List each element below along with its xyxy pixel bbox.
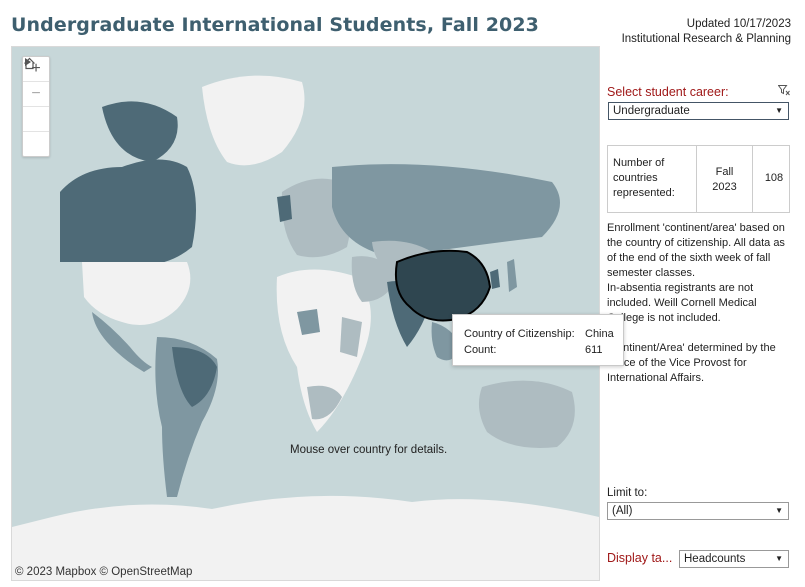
chevron-down-icon: ▼ bbox=[775, 554, 783, 563]
note-exclusions: In-absentia registrants are not included… bbox=[607, 281, 795, 326]
australia bbox=[479, 381, 575, 448]
uk bbox=[277, 195, 292, 222]
office-name: Institutional Research & Planning bbox=[622, 32, 791, 47]
limit-select[interactable]: (All) ▼ bbox=[607, 502, 789, 520]
russia bbox=[332, 164, 560, 257]
update-info: Updated 10/17/2023 Institutional Researc… bbox=[622, 17, 791, 47]
zoom-out-button[interactable]: − bbox=[23, 82, 49, 107]
stat-term: Fall 2023 bbox=[702, 165, 747, 195]
canada bbox=[60, 160, 196, 265]
canada-islands bbox=[102, 101, 178, 162]
page-title: Undergraduate International Students, Fa… bbox=[11, 14, 539, 36]
chevron-down-icon: ▼ bbox=[775, 106, 783, 115]
display-select[interactable]: Headcounts ▼ bbox=[679, 550, 789, 568]
home-button[interactable] bbox=[23, 107, 49, 132]
career-select-value: Undergraduate bbox=[613, 105, 690, 117]
chevron-down-icon: ▼ bbox=[775, 506, 783, 515]
limit-select-value: (All) bbox=[612, 505, 632, 517]
tooltip-country-value: China bbox=[585, 326, 614, 342]
career-label: Select student career: bbox=[607, 85, 729, 99]
tooltip-count-label: Count: bbox=[464, 344, 496, 356]
japan bbox=[507, 259, 517, 292]
country-tooltip: Country of Citizenship: China Count: 611 bbox=[452, 314, 624, 366]
display-label: Display ta... bbox=[607, 551, 672, 565]
stat-count: 108 bbox=[760, 172, 788, 184]
pan-toggle-button[interactable] bbox=[23, 132, 49, 156]
funnel-icon bbox=[778, 85, 790, 96]
limit-label: Limit to: bbox=[607, 487, 647, 499]
usa bbox=[82, 262, 190, 325]
stat-label: Number of countries represented: bbox=[613, 156, 688, 201]
map-hint: Mouse over country for details. bbox=[290, 444, 447, 456]
updated-date: Updated 10/17/2023 bbox=[622, 17, 791, 32]
korea bbox=[490, 269, 500, 289]
tooltip-country-row: Country of Citizenship: China bbox=[464, 326, 623, 342]
tooltip-count-row: Count: 611 bbox=[464, 342, 623, 358]
play-icon bbox=[23, 57, 33, 67]
display-select-value: Headcounts bbox=[684, 553, 745, 565]
greenland bbox=[202, 76, 305, 166]
tooltip-country-label: Country of Citizenship: bbox=[464, 328, 575, 340]
note-enrollment: Enrollment 'continent/area' based on the… bbox=[607, 221, 795, 281]
map-credit[interactable]: © 2023 Mapbox © OpenStreetMap bbox=[15, 566, 192, 578]
tooltip-count-value: 611 bbox=[585, 342, 603, 358]
career-select[interactable]: Undergraduate ▼ bbox=[608, 102, 789, 120]
notes: Enrollment 'continent/area' based on the… bbox=[607, 221, 795, 386]
country-count-table: Number of countries represented: Fall 20… bbox=[607, 145, 790, 213]
map-zoom-controls: + − bbox=[22, 56, 50, 157]
clear-filter-icon[interactable] bbox=[778, 85, 790, 99]
note-continent: 'Continent/Area' determined by the Offic… bbox=[607, 341, 795, 386]
